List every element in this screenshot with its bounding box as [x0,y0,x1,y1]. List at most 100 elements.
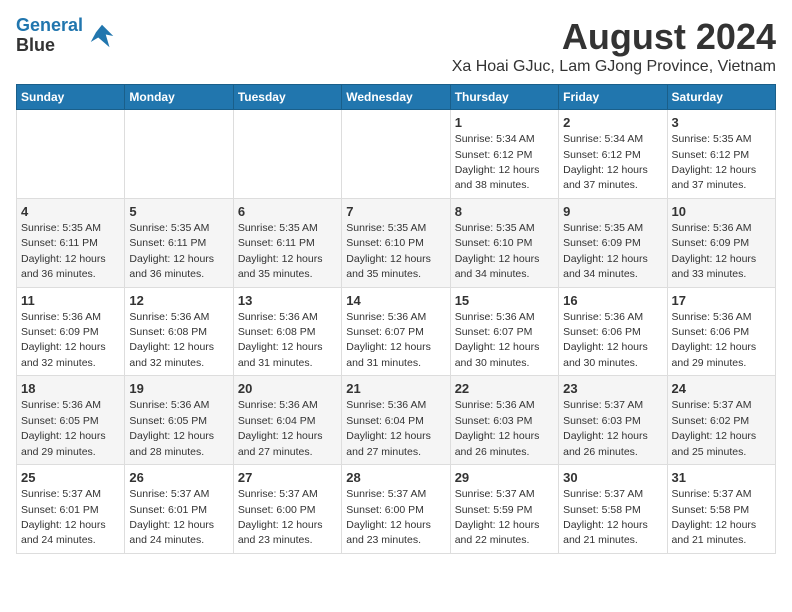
calendar-cell [342,110,450,199]
day-number: 2 [563,114,662,132]
day-number: 22 [455,380,554,398]
calendar-cell: 2Sunrise: 5:34 AM Sunset: 6:12 PM Daylig… [559,110,667,199]
day-content: Sunrise: 5:36 AM Sunset: 6:06 PM Dayligh… [672,311,757,369]
day-number: 5 [129,203,228,221]
calendar-cell: 11Sunrise: 5:36 AM Sunset: 6:09 PM Dayli… [17,287,125,376]
day-number: 9 [563,203,662,221]
day-content: Sunrise: 5:35 AM Sunset: 6:12 PM Dayligh… [672,133,757,191]
calendar-cell: 18Sunrise: 5:36 AM Sunset: 6:05 PM Dayli… [17,376,125,465]
day-number: 21 [346,380,445,398]
calendar-cell: 31Sunrise: 5:37 AM Sunset: 5:58 PM Dayli… [667,465,775,554]
day-content: Sunrise: 5:34 AM Sunset: 6:12 PM Dayligh… [455,133,540,191]
day-number: 31 [672,469,771,487]
day-number: 27 [238,469,337,487]
day-number: 4 [21,203,120,221]
day-number: 7 [346,203,445,221]
title-block: August 2024 Xa Hoai GJuc, Lam GJong Prov… [452,16,776,76]
subtitle: Xa Hoai GJuc, Lam GJong Province, Vietna… [452,58,776,76]
day-content: Sunrise: 5:37 AM Sunset: 5:58 PM Dayligh… [672,488,757,546]
day-number: 14 [346,292,445,310]
calendar-cell [17,110,125,199]
day-number: 20 [238,380,337,398]
logo-text: GeneralBlue [16,16,83,56]
day-content: Sunrise: 5:36 AM Sunset: 6:05 PM Dayligh… [21,399,106,457]
weekday-header: Wednesday [342,85,450,110]
day-number: 8 [455,203,554,221]
calendar-week-row: 18Sunrise: 5:36 AM Sunset: 6:05 PM Dayli… [17,376,776,465]
calendar-cell: 10Sunrise: 5:36 AM Sunset: 6:09 PM Dayli… [667,198,775,287]
day-content: Sunrise: 5:37 AM Sunset: 6:01 PM Dayligh… [21,488,106,546]
day-content: Sunrise: 5:35 AM Sunset: 6:11 PM Dayligh… [21,222,106,280]
day-content: Sunrise: 5:36 AM Sunset: 6:08 PM Dayligh… [129,311,214,369]
day-content: Sunrise: 5:37 AM Sunset: 6:03 PM Dayligh… [563,399,648,457]
calendar-cell: 23Sunrise: 5:37 AM Sunset: 6:03 PM Dayli… [559,376,667,465]
day-content: Sunrise: 5:36 AM Sunset: 6:07 PM Dayligh… [346,311,431,369]
day-number: 26 [129,469,228,487]
day-number: 28 [346,469,445,487]
day-content: Sunrise: 5:36 AM Sunset: 6:04 PM Dayligh… [346,399,431,457]
day-content: Sunrise: 5:37 AM Sunset: 6:00 PM Dayligh… [238,488,323,546]
day-content: Sunrise: 5:37 AM Sunset: 5:58 PM Dayligh… [563,488,648,546]
day-content: Sunrise: 5:35 AM Sunset: 6:10 PM Dayligh… [455,222,540,280]
calendar-table: SundayMondayTuesdayWednesdayThursdayFrid… [16,84,776,554]
calendar-cell: 16Sunrise: 5:36 AM Sunset: 6:06 PM Dayli… [559,287,667,376]
day-number: 16 [563,292,662,310]
calendar-cell: 28Sunrise: 5:37 AM Sunset: 6:00 PM Dayli… [342,465,450,554]
day-number: 6 [238,203,337,221]
day-content: Sunrise: 5:34 AM Sunset: 6:12 PM Dayligh… [563,133,648,191]
day-content: Sunrise: 5:36 AM Sunset: 6:04 PM Dayligh… [238,399,323,457]
weekday-header: Saturday [667,85,775,110]
day-number: 23 [563,380,662,398]
logo: GeneralBlue [16,16,117,56]
calendar-cell: 27Sunrise: 5:37 AM Sunset: 6:00 PM Dayli… [233,465,341,554]
day-content: Sunrise: 5:36 AM Sunset: 6:09 PM Dayligh… [21,311,106,369]
day-content: Sunrise: 5:35 AM Sunset: 6:10 PM Dayligh… [346,222,431,280]
calendar-cell: 21Sunrise: 5:36 AM Sunset: 6:04 PM Dayli… [342,376,450,465]
day-number: 15 [455,292,554,310]
calendar-header: SundayMondayTuesdayWednesdayThursdayFrid… [17,85,776,110]
calendar-week-row: 25Sunrise: 5:37 AM Sunset: 6:01 PM Dayli… [17,465,776,554]
weekday-header: Tuesday [233,85,341,110]
day-content: Sunrise: 5:37 AM Sunset: 6:00 PM Dayligh… [346,488,431,546]
calendar-cell: 9Sunrise: 5:35 AM Sunset: 6:09 PM Daylig… [559,198,667,287]
day-content: Sunrise: 5:36 AM Sunset: 6:09 PM Dayligh… [672,222,757,280]
calendar-cell: 19Sunrise: 5:36 AM Sunset: 6:05 PM Dayli… [125,376,233,465]
day-number: 24 [672,380,771,398]
calendar-cell: 3Sunrise: 5:35 AM Sunset: 6:12 PM Daylig… [667,110,775,199]
calendar-cell: 4Sunrise: 5:35 AM Sunset: 6:11 PM Daylig… [17,198,125,287]
calendar-cell [125,110,233,199]
logo-icon [87,21,117,51]
calendar-cell: 1Sunrise: 5:34 AM Sunset: 6:12 PM Daylig… [450,110,558,199]
calendar-week-row: 1Sunrise: 5:34 AM Sunset: 6:12 PM Daylig… [17,110,776,199]
calendar-week-row: 4Sunrise: 5:35 AM Sunset: 6:11 PM Daylig… [17,198,776,287]
day-content: Sunrise: 5:36 AM Sunset: 6:03 PM Dayligh… [455,399,540,457]
calendar-cell: 29Sunrise: 5:37 AM Sunset: 5:59 PM Dayli… [450,465,558,554]
calendar-cell: 14Sunrise: 5:36 AM Sunset: 6:07 PM Dayli… [342,287,450,376]
weekday-header: Monday [125,85,233,110]
calendar-cell: 20Sunrise: 5:36 AM Sunset: 6:04 PM Dayli… [233,376,341,465]
day-number: 29 [455,469,554,487]
day-content: Sunrise: 5:37 AM Sunset: 6:01 PM Dayligh… [129,488,214,546]
calendar-body: 1Sunrise: 5:34 AM Sunset: 6:12 PM Daylig… [17,110,776,554]
calendar-week-row: 11Sunrise: 5:36 AM Sunset: 6:09 PM Dayli… [17,287,776,376]
calendar-cell: 24Sunrise: 5:37 AM Sunset: 6:02 PM Dayli… [667,376,775,465]
calendar-cell: 13Sunrise: 5:36 AM Sunset: 6:08 PM Dayli… [233,287,341,376]
day-number: 3 [672,114,771,132]
day-content: Sunrise: 5:35 AM Sunset: 6:11 PM Dayligh… [238,222,323,280]
weekday-header: Friday [559,85,667,110]
calendar-cell: 7Sunrise: 5:35 AM Sunset: 6:10 PM Daylig… [342,198,450,287]
calendar-cell: 25Sunrise: 5:37 AM Sunset: 6:01 PM Dayli… [17,465,125,554]
calendar-cell: 12Sunrise: 5:36 AM Sunset: 6:08 PM Dayli… [125,287,233,376]
calendar-cell: 6Sunrise: 5:35 AM Sunset: 6:11 PM Daylig… [233,198,341,287]
weekday-header: Sunday [17,85,125,110]
day-number: 1 [455,114,554,132]
day-content: Sunrise: 5:35 AM Sunset: 6:11 PM Dayligh… [129,222,214,280]
day-number: 19 [129,380,228,398]
calendar-cell: 8Sunrise: 5:35 AM Sunset: 6:10 PM Daylig… [450,198,558,287]
day-number: 25 [21,469,120,487]
page-header: GeneralBlue August 2024 Xa Hoai GJuc, La… [16,16,776,76]
day-content: Sunrise: 5:37 AM Sunset: 6:02 PM Dayligh… [672,399,757,457]
day-content: Sunrise: 5:36 AM Sunset: 6:06 PM Dayligh… [563,311,648,369]
calendar-cell [233,110,341,199]
day-number: 13 [238,292,337,310]
